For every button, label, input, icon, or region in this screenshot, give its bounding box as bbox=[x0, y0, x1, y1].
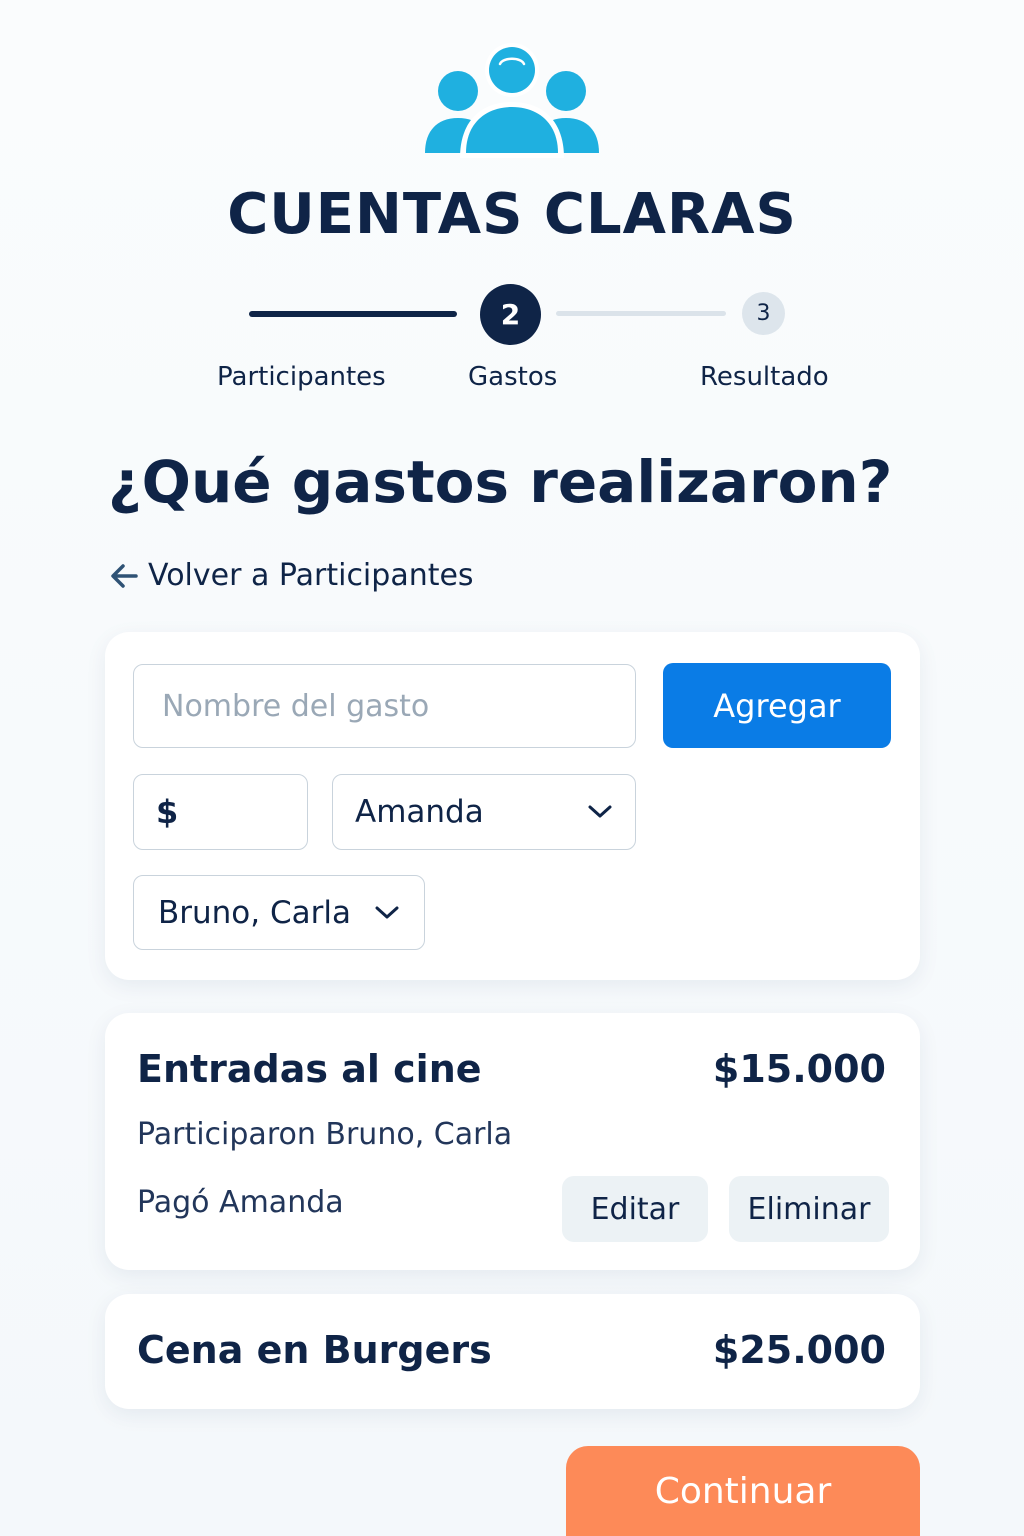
step-label-participantes[interactable]: Participantes bbox=[217, 362, 386, 392]
expense-card[interactable]: Cena en Burgers $25.000 bbox=[105, 1294, 920, 1409]
step-label-resultado[interactable]: Resultado bbox=[700, 362, 829, 392]
page-heading: ¿Qué gastos realizaron? bbox=[108, 448, 893, 516]
step-progress-line-completed bbox=[249, 311, 457, 317]
step-progress-line-pending bbox=[556, 311, 726, 316]
chevron-down-icon bbox=[588, 805, 612, 818]
expense-card: Entradas al cine $15.000 Participaron Br… bbox=[105, 1013, 920, 1270]
app-logo bbox=[420, 40, 604, 158]
expense-amount: $25.000 bbox=[712, 1328, 886, 1372]
continue-button[interactable]: Continuar bbox=[566, 1446, 920, 1536]
expense-participants: Participaron Bruno, Carla bbox=[137, 1117, 513, 1152]
expense-name-input[interactable] bbox=[133, 664, 636, 748]
step-label-gastos[interactable]: Gastos bbox=[468, 362, 557, 392]
add-expense-card: Agregar $ Amanda Bruno, Carla bbox=[105, 632, 920, 980]
expense-payer: Pagó Amanda bbox=[137, 1185, 344, 1220]
arrow-left-icon bbox=[111, 563, 138, 588]
step-indicator-3[interactable]: 3 bbox=[742, 292, 785, 335]
back-link-label: Volver a Participantes bbox=[148, 558, 474, 593]
expense-amount: $15.000 bbox=[712, 1047, 886, 1091]
expense-amount-input[interactable]: $ bbox=[133, 774, 308, 850]
back-to-participants-link[interactable]: Volver a Participantes bbox=[108, 558, 474, 593]
expense-name: Entradas al cine bbox=[137, 1047, 482, 1091]
app-title: CUENTAS CLARAS bbox=[227, 182, 797, 247]
chevron-down-icon bbox=[375, 906, 399, 918]
delete-expense-button[interactable]: Eliminar bbox=[729, 1176, 889, 1242]
payer-select[interactable]: Amanda bbox=[332, 774, 636, 850]
add-expense-button[interactable]: Agregar bbox=[663, 663, 891, 748]
expense-name: Cena en Burgers bbox=[137, 1328, 492, 1372]
edit-expense-button[interactable]: Editar bbox=[562, 1176, 708, 1242]
payer-select-value: Amanda bbox=[355, 794, 484, 830]
participants-select[interactable]: Bruno, Carla bbox=[133, 875, 425, 950]
step-indicator-2[interactable]: 2 bbox=[480, 284, 541, 345]
participants-select-value: Bruno, Carla bbox=[158, 894, 351, 931]
currency-prefix: $ bbox=[156, 793, 179, 831]
people-group-icon bbox=[425, 43, 599, 158]
